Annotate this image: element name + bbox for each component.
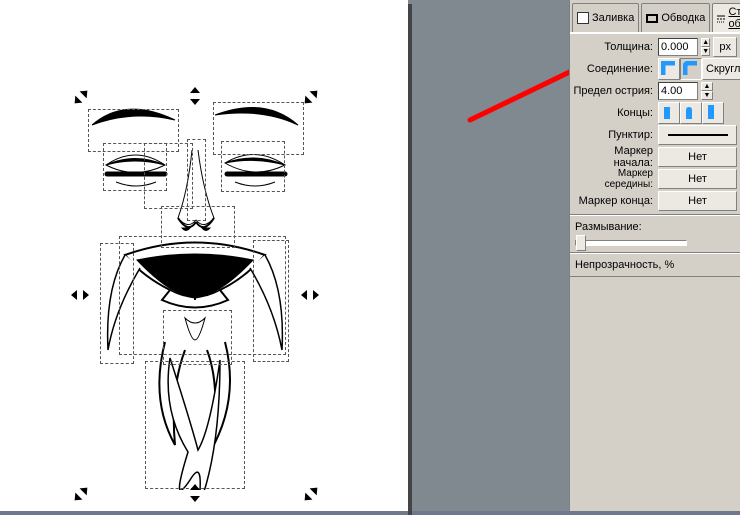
cap-butt-icon[interactable] bbox=[658, 102, 680, 124]
canvas-viewport[interactable] bbox=[0, 0, 420, 511]
fill-swatch-icon bbox=[577, 12, 589, 24]
selection-box bbox=[144, 143, 193, 209]
miter-input[interactable] bbox=[658, 82, 698, 100]
dash-select[interactable] bbox=[658, 125, 737, 145]
tab-stroke[interactable]: Обводка bbox=[641, 3, 710, 32]
blur-slider[interactable] bbox=[575, 240, 687, 246]
selection-box bbox=[253, 240, 289, 362]
join-label: Соединение: bbox=[573, 63, 655, 75]
selection-box bbox=[221, 141, 285, 192]
panel-tabs: Заливка Обводка Стиль обв bbox=[570, 0, 740, 33]
canvas-page bbox=[0, 0, 408, 511]
marker-start-select[interactable]: Нет bbox=[658, 147, 737, 167]
stroke-width-unit[interactable]: px bbox=[713, 37, 737, 57]
join-miter-icon[interactable] bbox=[658, 58, 680, 80]
stroke-width-label: Толщина: bbox=[573, 41, 655, 53]
stroke-width-input[interactable] bbox=[658, 38, 698, 56]
join-round-icon[interactable] bbox=[680, 58, 702, 80]
opacity-label: Непрозрачность, % bbox=[570, 256, 740, 274]
cap-square-icon[interactable] bbox=[702, 102, 724, 124]
tab-stroke-label: Обводка bbox=[661, 12, 705, 24]
marker-end-label: Маркер конца: bbox=[573, 195, 655, 207]
tab-fill-label: Заливка bbox=[592, 12, 634, 24]
miter-label: Предел острия: bbox=[573, 85, 655, 97]
stroke-swatch-icon bbox=[646, 14, 658, 23]
tab-fill[interactable]: Заливка bbox=[572, 3, 639, 32]
marker-mid-label: Маркер середины: bbox=[573, 168, 655, 190]
app-workspace: Заливка Обводка Стиль обв Толщина: ▲▼ px bbox=[0, 0, 740, 511]
scale-handle-n[interactable] bbox=[189, 90, 201, 102]
cap-label: Концы: bbox=[573, 107, 655, 119]
tab-stroke-style-label: Стиль обв bbox=[728, 6, 740, 30]
selection-center-icon bbox=[190, 290, 200, 300]
marker-end-select[interactable]: Нет bbox=[658, 191, 737, 211]
blur-slider-thumb[interactable] bbox=[576, 235, 586, 251]
scale-handle-s[interactable] bbox=[189, 487, 201, 499]
stroke-width-spinner[interactable]: ▲▼ bbox=[701, 38, 710, 56]
selection-box bbox=[145, 361, 245, 489]
marker-start-label: Маркер начала: bbox=[573, 145, 655, 169]
stroke-style-icon bbox=[717, 14, 725, 23]
cap-round-icon[interactable] bbox=[680, 102, 702, 124]
miter-spinner[interactable]: ▲▼ bbox=[701, 82, 713, 100]
marker-mid-select[interactable]: Нет bbox=[658, 169, 737, 189]
tab-stroke-style[interactable]: Стиль обв bbox=[712, 3, 740, 32]
fill-stroke-panel: Заливка Обводка Стиль обв Толщина: ▲▼ px bbox=[569, 0, 740, 511]
scale-handle-e[interactable] bbox=[304, 289, 316, 301]
selection-box bbox=[163, 310, 232, 365]
join-round-button[interactable]: Скругл bbox=[702, 58, 740, 80]
selection-box bbox=[100, 243, 134, 364]
scale-handle-w[interactable] bbox=[74, 289, 86, 301]
blur-label: Размывание: bbox=[570, 218, 740, 236]
dash-label: Пунктир: bbox=[573, 129, 655, 141]
